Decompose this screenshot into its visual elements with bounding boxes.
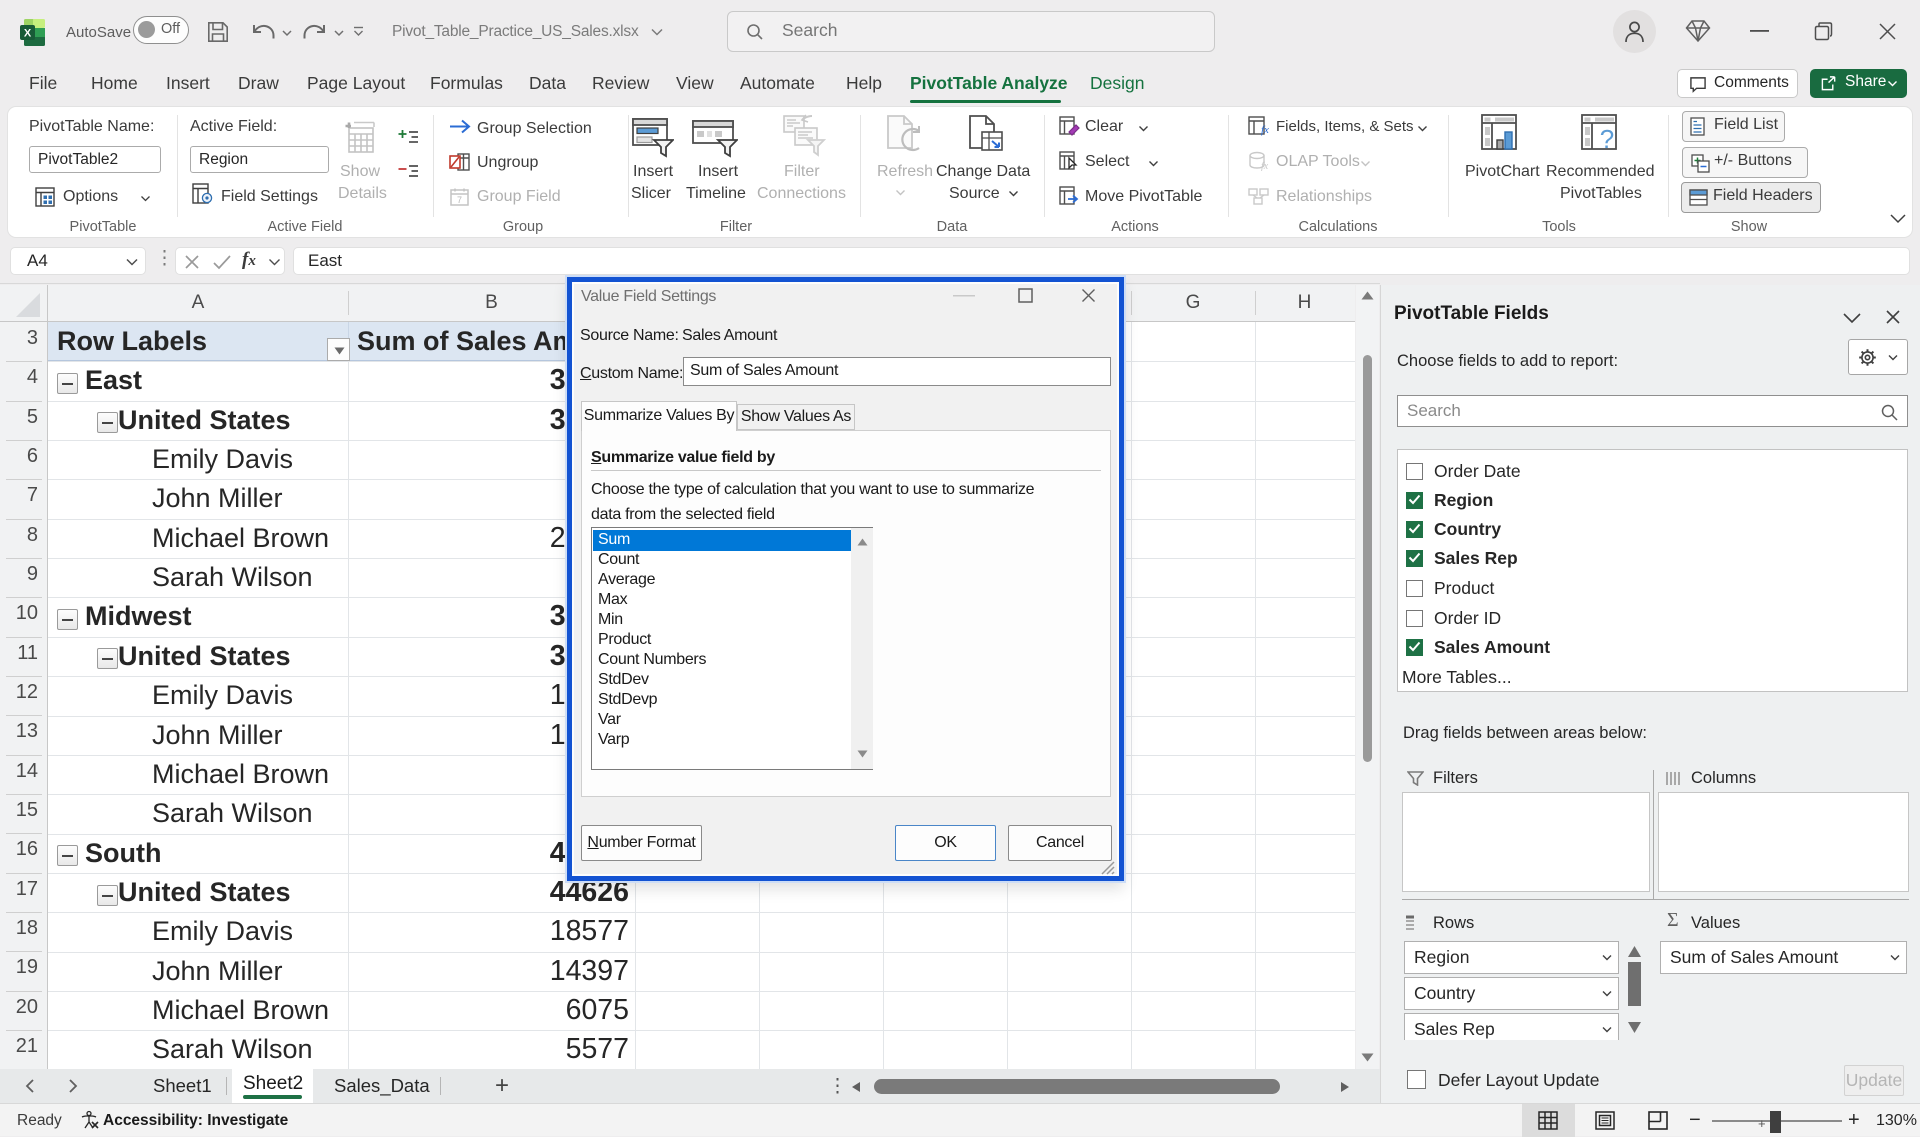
svg-text:7: 7 — [457, 195, 462, 205]
svg-text:fx: fx — [1261, 124, 1269, 136]
svg-text:fx: fx — [1261, 161, 1269, 171]
svg-text:X: X — [24, 28, 32, 40]
svg-text:?: ? — [1600, 124, 1614, 154]
